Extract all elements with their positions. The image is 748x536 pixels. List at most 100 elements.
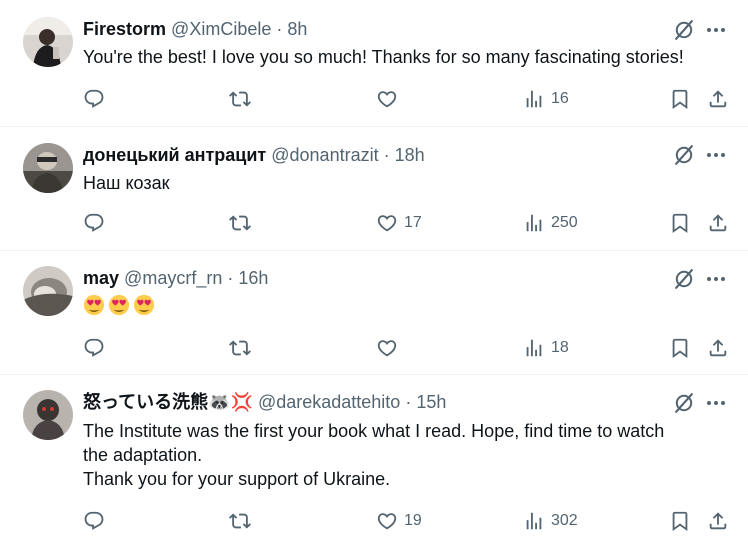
separator-dot: · <box>227 268 234 288</box>
tweet-text-line: the adaptation. <box>83 445 203 465</box>
like-button[interactable]: 19 <box>376 509 422 533</box>
bookmark-button[interactable] <box>669 87 691 111</box>
tweet-item[interactable]: 怒っている洗熊🦝💢 @darekadattehito · 15h The Ins… <box>0 375 748 536</box>
reply-button[interactable] <box>83 509 111 533</box>
separator-dot: · <box>276 19 283 39</box>
tweet-item[interactable]: Firestorm @XimCibele · 8h You're the bes… <box>0 0 748 127</box>
grok-icon[interactable] <box>672 143 696 167</box>
grok-icon[interactable] <box>672 18 696 42</box>
bookmark-icon <box>669 510 691 532</box>
separator-dot: · <box>405 392 412 412</box>
tweet-item[interactable]: донецький антрацит @donantrazit · 18h На… <box>0 127 748 251</box>
bookmark-icon <box>669 212 691 234</box>
tweet-text-line: Thank you for your support of Ukraine. <box>83 469 391 489</box>
display-name[interactable]: may <box>83 268 119 288</box>
tweet-text-line: Наш козак <box>83 173 170 193</box>
user-handle[interactable]: @XimCibele <box>171 19 271 39</box>
tweet-actions: 16 <box>83 87 730 111</box>
share-icon <box>707 88 729 110</box>
bookmark-button[interactable] <box>669 211 691 235</box>
share-button[interactable] <box>707 336 729 360</box>
views-icon <box>523 212 545 234</box>
more-icon[interactable] <box>704 267 728 291</box>
share-button[interactable] <box>707 509 729 533</box>
like-icon <box>376 88 398 110</box>
grok-icon[interactable] <box>672 391 696 415</box>
user-handle[interactable]: @donantrazit <box>271 145 378 165</box>
retweet-icon <box>229 88 251 110</box>
retweet-icon <box>229 212 251 234</box>
retweet-button[interactable] <box>229 336 257 360</box>
retweet-button[interactable] <box>229 87 257 111</box>
share-icon <box>707 212 729 234</box>
views-button[interactable]: 18 <box>523 336 569 360</box>
timestamp[interactable]: 18h <box>395 145 425 165</box>
bookmark-icon <box>669 88 691 110</box>
user-handle[interactable]: @darekadattehito <box>258 392 400 412</box>
bookmark-icon <box>669 337 691 359</box>
timestamp[interactable]: 15h <box>416 392 446 412</box>
views-count: 302 <box>551 512 578 529</box>
more-icon[interactable] <box>704 391 728 415</box>
tweet-text: You're the best! I love you so much! Tha… <box>83 45 728 69</box>
like-icon <box>376 510 398 532</box>
user-handle[interactable]: @maycrf_rn <box>124 268 222 288</box>
tweet-text-line: The Institute was the first your book wh… <box>83 421 665 441</box>
share-icon <box>707 510 729 532</box>
tweet-actions: 18 <box>83 336 730 360</box>
tweet-actions: 17 250 <box>83 211 730 235</box>
reply-button[interactable] <box>83 211 111 235</box>
views-count: 250 <box>551 214 578 231</box>
views-icon <box>523 88 545 110</box>
reply-icon <box>83 337 105 359</box>
bookmark-button[interactable] <box>669 509 691 533</box>
tweet-header: may @maycrf_rn · 16h <box>83 266 668 290</box>
avatar[interactable] <box>23 266 73 316</box>
like-count: 17 <box>404 214 422 231</box>
display-name[interactable]: донецький антрацит <box>83 145 266 165</box>
views-button[interactable]: 16 <box>523 87 569 111</box>
like-button[interactable] <box>376 336 404 360</box>
like-icon <box>376 337 398 359</box>
views-icon <box>523 337 545 359</box>
reply-button[interactable] <box>83 87 111 111</box>
share-button[interactable] <box>707 87 729 111</box>
tweet-header: Firestorm @XimCibele · 8h <box>83 17 668 41</box>
tweet-text-line: You're the best! I love you so much! Tha… <box>83 47 684 67</box>
more-icon[interactable] <box>704 18 728 42</box>
views-count: 18 <box>551 339 569 356</box>
reply-button[interactable] <box>83 336 111 360</box>
separator-dot: · <box>383 145 390 165</box>
views-button[interactable]: 302 <box>523 509 578 533</box>
tweet-text <box>83 294 728 319</box>
display-name[interactable]: Firestorm <box>83 19 166 39</box>
reply-feed: Firestorm @XimCibele · 8h You're the bes… <box>0 0 748 536</box>
avatar[interactable] <box>23 390 73 440</box>
share-button[interactable] <box>707 211 729 235</box>
heart-eyes-emoji-icon <box>83 294 105 316</box>
like-button[interactable]: 17 <box>376 211 422 235</box>
reply-icon <box>83 212 105 234</box>
reply-icon <box>83 510 105 532</box>
retweet-button[interactable] <box>229 211 257 235</box>
retweet-icon <box>229 510 251 532</box>
timestamp[interactable]: 16h <box>238 268 268 288</box>
tweet-item[interactable]: may @maycrf_rn · 16h 18 <box>0 251 748 375</box>
like-button[interactable] <box>376 87 404 111</box>
views-button[interactable]: 250 <box>523 211 578 235</box>
avatar[interactable] <box>23 143 73 193</box>
display-name[interactable]: 怒っている洗熊🦝💢 <box>83 392 253 412</box>
more-icon[interactable] <box>704 143 728 167</box>
tweet-actions: 19 302 <box>83 509 730 533</box>
tweet-text: Наш козак <box>83 171 728 195</box>
grok-icon[interactable] <box>672 267 696 291</box>
views-count: 16 <box>551 90 569 107</box>
like-icon <box>376 212 398 234</box>
views-icon <box>523 510 545 532</box>
timestamp[interactable]: 8h <box>287 19 307 39</box>
reply-icon <box>83 88 105 110</box>
tweet-text: The Institute was the first your book wh… <box>83 419 728 491</box>
bookmark-button[interactable] <box>669 336 691 360</box>
avatar[interactable] <box>23 17 73 67</box>
retweet-button[interactable] <box>229 509 257 533</box>
